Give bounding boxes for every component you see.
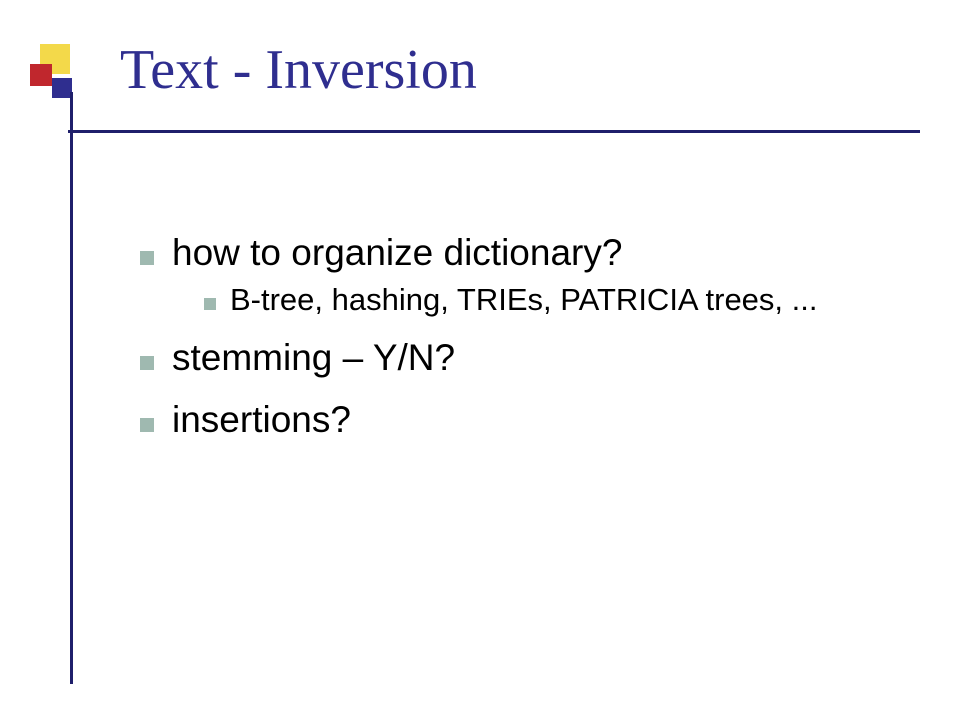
slide: Text - Inversion how to organize diction… (0, 0, 960, 720)
bullet-icon (140, 356, 154, 370)
vertical-rule (70, 92, 73, 684)
bullet-text: how to organize dictionary? (172, 231, 622, 275)
bullet-item: stemming – Y/N? (140, 336, 900, 380)
bullet-icon (204, 298, 216, 310)
square-red (30, 64, 52, 86)
square-blue (52, 78, 72, 98)
slide-title: Text - Inversion (120, 38, 477, 102)
bullet-text: stemming – Y/N? (172, 336, 455, 380)
bullet-icon (140, 251, 154, 265)
corner-decoration (30, 44, 88, 102)
subbullet-item: B-tree, hashing, TRIEs, PATRICIA trees, … (204, 281, 900, 318)
bullet-icon (140, 418, 154, 432)
bullet-text: insertions? (172, 398, 351, 442)
horizontal-rule (68, 130, 920, 133)
slide-content: how to organize dictionary? B-tree, hash… (140, 225, 900, 447)
bullet-item: how to organize dictionary? (140, 231, 900, 275)
bullet-text: B-tree, hashing, TRIEs, PATRICIA trees, … (230, 281, 818, 318)
bullet-item: insertions? (140, 398, 900, 442)
